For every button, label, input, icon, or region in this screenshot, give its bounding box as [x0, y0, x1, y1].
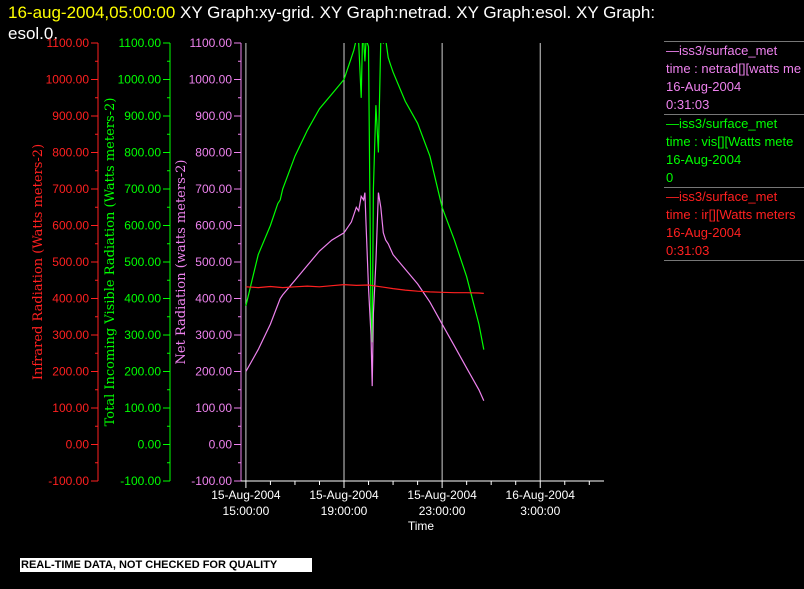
y-tick-label: 700.00 — [195, 182, 232, 196]
legend-variable: time : ir[][Watts meters — [666, 207, 796, 222]
series-layer — [245, 43, 485, 401]
y-tick-label: 100.00 — [195, 401, 232, 415]
x-tick-label-time: 15:00:00 — [223, 504, 270, 518]
x-axis-layer: 15-Aug-2004 15:00:00 15-Aug-2004 19:00:00 15… — [211, 480, 604, 533]
y-tick-label: 300.00 — [195, 328, 232, 342]
y-tick-label: 1000.00 — [118, 73, 162, 87]
y-tick-label: 700.00 — [124, 182, 161, 196]
y-tick-label: 900.00 — [195, 109, 232, 123]
legend-date: 16-Aug-2004 — [666, 225, 742, 240]
y-tick-label: 0.00 — [138, 438, 162, 452]
legend-source: —iss3/surface_met — [666, 43, 778, 58]
y-tick-label: 400.00 — [124, 292, 161, 306]
y-axis-label-vis: Total Incoming Visible Radiation (Watts … — [103, 98, 118, 427]
y-tick-label: 300.00 — [52, 328, 89, 342]
y-tick-label: 800.00 — [195, 146, 232, 160]
y-tick-label: 1100.00 — [190, 36, 233, 50]
y-tick-label: 500.00 — [195, 255, 232, 269]
y-tick-label: 200.00 — [52, 365, 89, 379]
x-tick-label-time: 23:00:00 — [419, 504, 466, 518]
y-tick-label: 400.00 — [195, 292, 232, 306]
y-tick-label: 0.00 — [209, 438, 233, 452]
x-axis-label: Time — [408, 519, 435, 533]
y-tick-label: -100.00 — [191, 474, 232, 488]
legend-variable: time : netrad[][watts me — [666, 61, 802, 76]
series-ir-line — [245, 283, 484, 294]
y-tick-label: 100.00 — [52, 401, 89, 415]
y-tick-label: 200.00 — [124, 365, 161, 379]
legend-source: —iss3/surface_met — [666, 116, 778, 131]
legend-time: 0:31:03 — [666, 243, 710, 258]
legend-item-ir: —iss3/surface_met time : ir[][Watts mete… — [664, 187, 804, 261]
legend: —iss3/surface_met time : netrad[][watts … — [664, 41, 804, 261]
legend-time: 0 — [666, 170, 674, 185]
legend-source: —iss3/surface_met — [666, 189, 778, 204]
chart-window: 16-aug-2004,05:00:00 XY Graph:xy-grid. X… — [0, 0, 804, 589]
axes-layer: 1100.00 1000.00 900.00 800.00 700.00 600.00 50… — [31, 36, 242, 488]
y-tick-label: -100.00 — [48, 474, 89, 488]
x-tick-label-date: 15-Aug-2004 — [211, 488, 281, 502]
y-tick-label: 800.00 — [124, 146, 161, 160]
legend-item-netrad: —iss3/surface_met time : netrad[][watts … — [664, 41, 804, 114]
y-tick-label: 1000.00 — [189, 73, 233, 87]
y-tick-label: 900.00 — [52, 109, 89, 123]
y-tick-label: 300.00 — [124, 328, 161, 342]
legend-date: 16-Aug-2004 — [666, 152, 742, 167]
x-tick-label-date: 16-Aug-2004 — [506, 488, 576, 502]
y-tick-label: 1100.00 — [119, 36, 162, 50]
x-tick-label-time: 19:00:00 — [321, 504, 368, 518]
y-tick-label: 100.00 — [124, 401, 161, 415]
x-tick-label-date: 15-Aug-2004 — [407, 488, 477, 502]
y-tick-label: 900.00 — [124, 109, 161, 123]
y-tick-label: 600.00 — [124, 219, 161, 233]
legend-time: 0:31:03 — [666, 97, 710, 112]
legend-item-vis: —iss3/surface_met time : vis[][Watts met… — [664, 114, 804, 187]
y-axis-label-ir: Infrared Radiation (Watts meters-2) — [31, 144, 46, 380]
y-tick-label: -100.00 — [120, 474, 161, 488]
x-tick-label-time: 3:00:00 — [520, 504, 560, 518]
y-tick-label: 0.00 — [66, 438, 90, 452]
y-tick-label: 800.00 — [52, 146, 89, 160]
quality-notice: REAL-TIME DATA, NOT CHECKED FOR QUALITY — [20, 558, 312, 572]
y-tick-label: 1000.00 — [46, 73, 90, 87]
y-tick-label: 200.00 — [195, 365, 232, 379]
grid-layer — [245, 43, 541, 481]
y-tick-label: 700.00 — [52, 182, 89, 196]
y-tick-label: 400.00 — [52, 292, 89, 306]
y-axis-label-netrad: Net Radiation (watts meters-2) — [174, 160, 189, 365]
y-tick-label: 500.00 — [124, 255, 161, 269]
legend-date: 16-Aug-2004 — [666, 79, 742, 94]
y-tick-label: 600.00 — [195, 219, 232, 233]
y-tick-label: 600.00 — [52, 219, 89, 233]
legend-variable: time : vis[][Watts mete — [666, 134, 794, 149]
y-tick-label: 500.00 — [52, 255, 89, 269]
x-tick-label-date: 15-Aug-2004 — [309, 488, 379, 502]
y-tick-label: 1100.00 — [47, 36, 90, 50]
